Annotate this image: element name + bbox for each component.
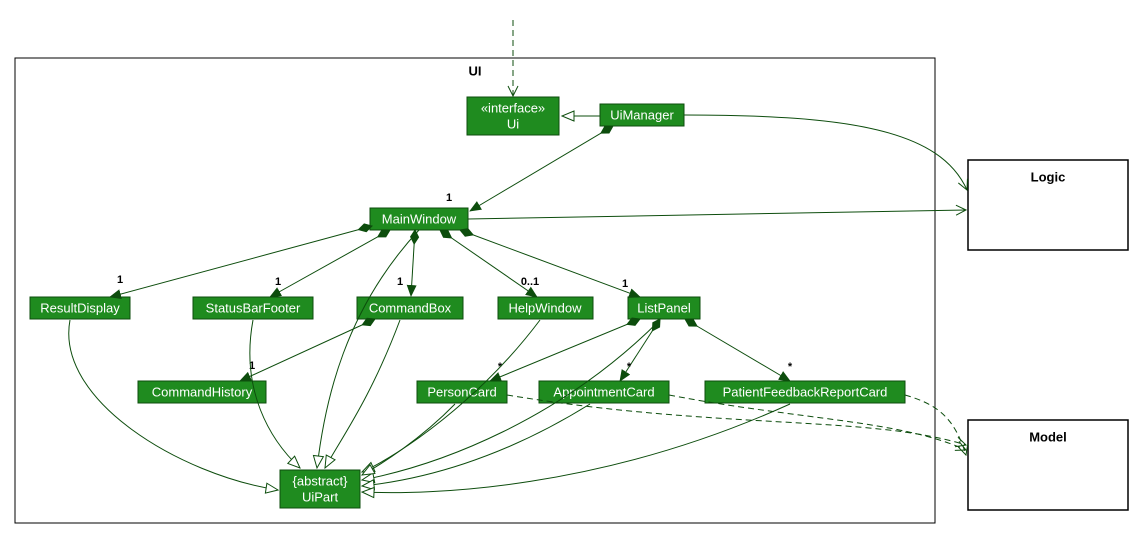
edge-mw-listpanel (460, 230, 640, 297)
class-personcard: PersonCard (417, 381, 507, 403)
class-commandbox: CommandBox (357, 297, 463, 319)
edge-uimanager-logic (684, 115, 967, 190)
edge-mw-commandbox (411, 230, 415, 296)
svg-text:{abstract}: {abstract} (293, 473, 349, 488)
svg-text:PatientFeedbackReportCard: PatientFeedbackReportCard (723, 384, 888, 399)
edge-mw-statusbar (270, 230, 390, 297)
edge-lp-feedbackcard (685, 319, 790, 381)
package-label-ui: UI (469, 63, 482, 78)
edge-cb-uipart (325, 320, 400, 468)
mult-fc: * (788, 361, 793, 373)
uml-diagram: UI Logic Model «interface» Ui UiManager … (0, 0, 1138, 533)
mult-cb: 1 (397, 276, 403, 288)
component-logic-label: Logic (1031, 169, 1066, 184)
class-uimanager: UiManager (600, 104, 684, 126)
svg-text:PersonCard: PersonCard (427, 384, 496, 399)
class-commandhistory: CommandHistory (138, 381, 266, 403)
svg-text:AppointmentCard: AppointmentCard (553, 384, 654, 399)
edge-ac-uipart (362, 404, 590, 486)
svg-text:MainWindow: MainWindow (382, 211, 457, 226)
edge-cb-commandhistory (240, 319, 375, 381)
svg-text:ResultDisplay: ResultDisplay (40, 300, 120, 315)
component-model-label: Model (1029, 429, 1067, 444)
class-helpwindow: HelpWindow (498, 297, 593, 319)
class-feedbackcard: PatientFeedbackReportCard (705, 381, 905, 403)
edge-mainwindow-logic (468, 210, 966, 219)
class-ui-interface: «interface» Ui (467, 97, 559, 135)
svg-text:Ui: Ui (507, 116, 519, 131)
class-resultdisplay: ResultDisplay (30, 297, 130, 319)
mult-sb: 1 (275, 276, 281, 288)
edge-mw-uipart (317, 230, 419, 468)
svg-text:UiManager: UiManager (610, 107, 674, 122)
mult-rd: 1 (117, 274, 123, 286)
mult-ac: * (627, 361, 632, 373)
edge-fc-uipart (362, 404, 790, 493)
class-listpanel: ListPanel (628, 297, 700, 319)
edge-lp-personcard (490, 319, 640, 381)
class-statusbarfooter: StatusBarFooter (193, 297, 313, 319)
svg-text:ListPanel: ListPanel (637, 300, 691, 315)
svg-text:CommandHistory: CommandHistory (152, 384, 253, 399)
mult-lp: 1 (622, 278, 628, 290)
mult-mainwindow: 1 (446, 192, 452, 204)
svg-text:StatusBarFooter: StatusBarFooter (206, 300, 301, 315)
class-mainwindow: MainWindow (370, 208, 468, 230)
class-uipart: {abstract} UiPart (280, 470, 360, 508)
class-appointmentcard: AppointmentCard (539, 381, 669, 403)
svg-text:UiPart: UiPart (302, 489, 339, 504)
mult-hw: 0..1 (521, 276, 539, 288)
svg-text:CommandBox: CommandBox (369, 300, 452, 315)
svg-text:HelpWindow: HelpWindow (509, 300, 583, 315)
edge-rd-uipart (69, 320, 278, 490)
edge-uimanager-mainwindow (470, 126, 613, 211)
svg-text:«interface»: «interface» (481, 100, 545, 115)
edge-pc-uipart (362, 404, 455, 475)
